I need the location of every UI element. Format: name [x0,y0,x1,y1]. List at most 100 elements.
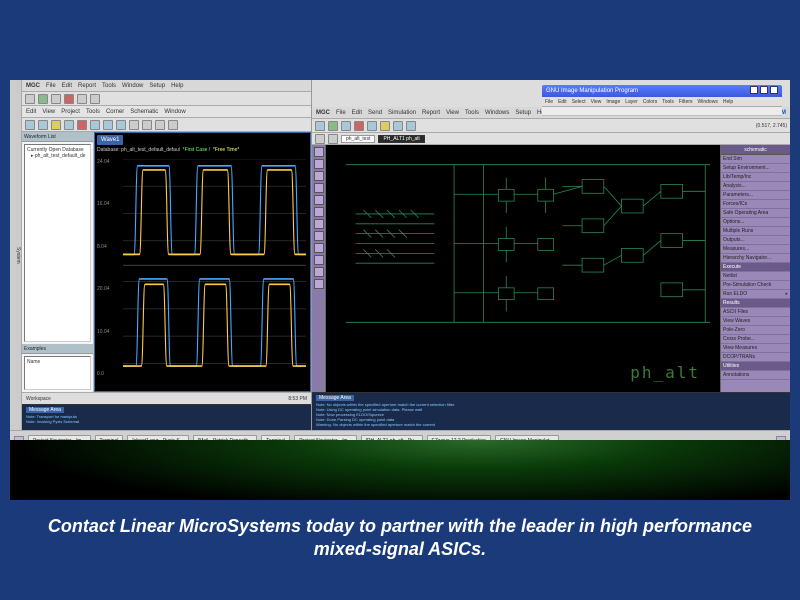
rightapp-tabs[interactable]: ph_alt_test PH_ALT1 ph_alt [312,133,790,145]
sidepanel-item[interactable]: Options... [721,218,790,227]
tool-icon[interactable] [328,134,338,144]
tool-icon[interactable] [51,120,61,130]
sidepanel-item[interactable]: Measures... [721,245,790,254]
leftapp-submenu[interactable]: Edit View Project Tools Corner Schematic… [22,106,311,118]
sidepanel-item[interactable]: Netlist [721,272,790,281]
schematic-canvas[interactable]: ph_alt [326,145,720,392]
menu-tools[interactable]: Tools [102,83,116,89]
submenu-item[interactable]: Window [164,109,185,115]
sidepanel-item[interactable]: Setup Environment... [721,164,790,173]
menu-send[interactable]: Send [368,110,382,116]
tool-icon[interactable] [367,121,377,131]
submenu-item[interactable]: View [42,109,55,115]
menu-colors[interactable]: Colors [643,97,657,106]
palette-tool[interactable] [314,171,324,181]
tool-icon[interactable] [77,94,87,104]
palette-tool[interactable] [314,231,324,241]
submenu-item[interactable]: Corner [106,109,124,115]
tool-icon[interactable] [90,120,100,130]
sidepanel-item-run[interactable]: Run ELDO▸ [721,290,790,299]
gimp-menubar[interactable]: File Edit Select View Image Layer Colors… [542,97,782,107]
menu-view[interactable]: View [446,110,459,116]
menu-tools[interactable]: Tools [662,97,674,106]
tool-icon[interactable] [77,120,87,130]
menu-file[interactable]: File [336,110,346,116]
submenu-item[interactable]: Schematic [130,109,158,115]
sidepanel-item[interactable]: Analysis... [721,182,790,191]
sidepanel-item[interactable]: End Sim [721,155,790,164]
sidepanel-item[interactable]: Outputs... [721,236,790,245]
tool-icon[interactable] [25,94,35,104]
tool-icon[interactable] [103,120,113,130]
tool-icon[interactable] [129,120,139,130]
tool-icon[interactable] [315,134,325,144]
rightapp-toolbar[interactable]: (0.517, 2.745) [312,119,790,133]
sidepanel-item[interactable]: Forces/ICs [721,200,790,209]
leftapp-menubar[interactable]: MGC File Edit Report Tools Window Setup … [22,80,311,92]
tab-right[interactable]: PH_ALT1 ph_alt [378,135,424,143]
sidepanel-item[interactable]: Pre-Simulation Check [721,281,790,290]
palette-tool[interactable] [314,195,324,205]
tool-icon[interactable] [64,120,74,130]
tool-icon[interactable] [380,121,390,131]
leftapp-toolbar2[interactable] [22,118,311,132]
sidepanel-item[interactable]: Hierarchy Navigator... [721,254,790,263]
menu-setup[interactable]: Setup [515,110,531,116]
menu-edit[interactable]: Edit [62,83,72,89]
examples-box[interactable]: Name [24,356,91,390]
sidepanel-item[interactable]: Lib/Temp/Inc [721,173,790,182]
tool-icon[interactable] [51,94,61,104]
window-buttons[interactable] [750,85,778,97]
submenu-item[interactable]: Edit [26,109,36,115]
nav-tree[interactable]: Currently Open Database ▸ ph_alt_test_de… [24,144,91,342]
waveform-panel[interactable]: Wave1 Database: ph_alt_test_default_defa… [94,132,311,392]
palette-tool[interactable] [314,243,324,253]
palette-tool[interactable] [314,159,324,169]
sidepanel-item[interactable]: Multiple Runs [721,227,790,236]
palette-tool[interactable] [314,147,324,157]
menu-simulation[interactable]: Simulation [388,110,416,116]
tool-icon[interactable] [168,120,178,130]
sidepanel-item[interactable]: Parameters... [721,191,790,200]
menu-file[interactable]: File [545,97,553,106]
sidepanel-item[interactable]: ASCII Files [721,308,790,317]
tool-icon[interactable] [25,120,35,130]
tool-icon[interactable] [38,120,48,130]
tool-icon[interactable] [64,94,74,104]
menu-help[interactable]: Help [171,83,183,89]
menu-select[interactable]: Select [572,97,586,106]
menu-view[interactable]: View [591,97,602,106]
menu-report[interactable]: Report [422,110,440,116]
menu-report[interactable]: Report [78,83,96,89]
tab-left[interactable]: ph_alt_test [341,135,375,143]
palette-tool[interactable] [314,183,324,193]
sidepanel-item[interactable]: View Measures [721,344,790,353]
vtab-system[interactable]: System [15,247,21,264]
tree-item[interactable]: ph_alt_test_default_de [35,153,86,159]
desktop-vertical-tabs[interactable]: System [10,80,22,430]
menu-file[interactable]: File [46,83,56,89]
simulation-sidepanel[interactable]: schematic End Sim Setup Environment... L… [720,145,790,392]
menu-filters[interactable]: Filters [679,97,693,106]
menu-edit[interactable]: Edit [558,97,567,106]
tool-palette[interactable] [312,145,326,392]
menu-edit[interactable]: Edit [352,110,362,116]
tool-icon[interactable] [393,121,403,131]
sidepanel-item[interactable]: Safe Operating Area [721,209,790,218]
tool-icon[interactable] [38,94,48,104]
tool-icon[interactable] [354,121,364,131]
sidepanel-item[interactable]: Cross Probe... [721,335,790,344]
menu-window[interactable]: Window [122,83,143,89]
palette-tool[interactable] [314,219,324,229]
menu-tools[interactable]: Tools [465,110,479,116]
tool-icon[interactable] [142,120,152,130]
tool-icon[interactable] [315,121,325,131]
palette-tool[interactable] [314,255,324,265]
menu-help[interactable]: Help [723,97,733,106]
leftapp-toolbar[interactable] [22,92,311,106]
sidepanel-item[interactable]: Pole-Zero [721,326,790,335]
tool-icon[interactable] [406,121,416,131]
submenu-item[interactable]: Tools [86,109,100,115]
tool-icon[interactable] [116,120,126,130]
submenu-item[interactable]: Project [61,109,80,115]
